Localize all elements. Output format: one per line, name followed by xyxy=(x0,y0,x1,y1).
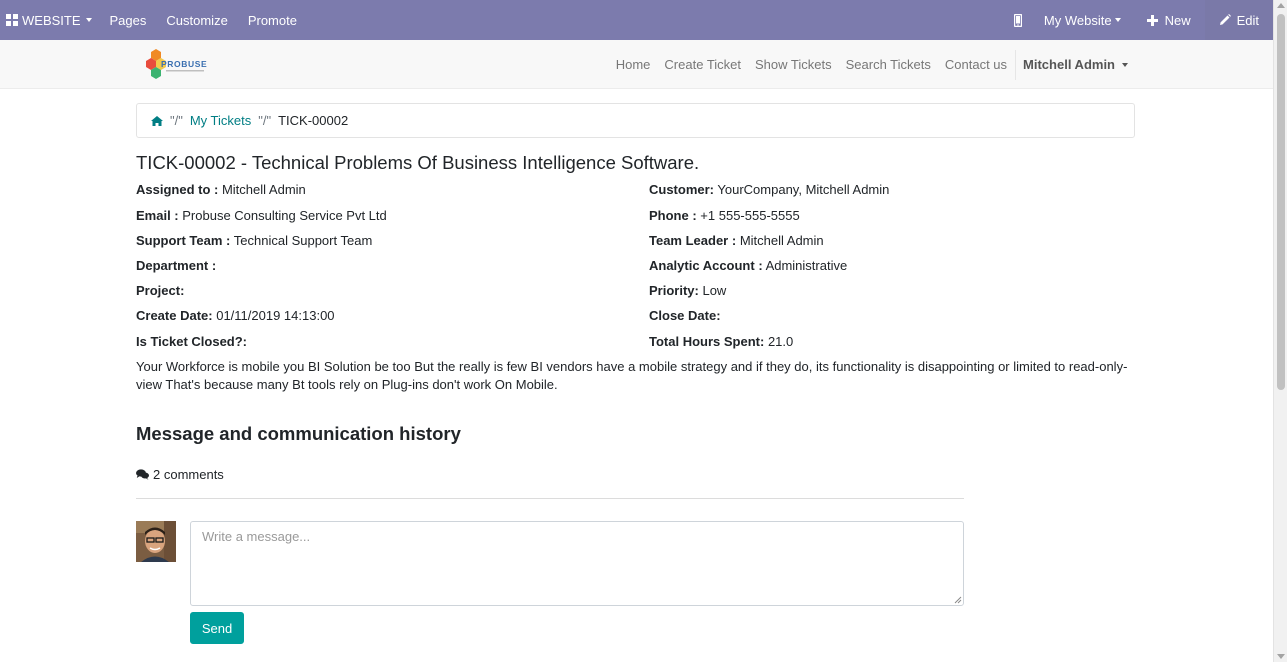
my-website-label: My Website xyxy=(1043,12,1112,28)
field-project: Project: xyxy=(136,283,184,298)
promote-menu[interactable]: Promote xyxy=(240,0,305,40)
field-value: Technical Support Team xyxy=(233,233,373,248)
field-label: Team Leader : xyxy=(649,233,737,248)
nav-home[interactable]: Home xyxy=(609,57,658,72)
field-assigned-to: Assigned to : Mitchell Admin xyxy=(136,182,306,197)
chevron-down-icon xyxy=(85,18,92,22)
website-menu[interactable]: WEBSITE xyxy=(0,0,100,40)
plus-icon xyxy=(1146,14,1158,26)
site-navbar: PROBUSE Home Create Ticket Show Tickets … xyxy=(0,40,1273,89)
field-team-leader: Team Leader : Mitchell Admin xyxy=(649,233,824,248)
field-total-hours-spent: Total Hours Spent: 21.0 xyxy=(649,334,793,349)
field-label: Analytic Account : xyxy=(649,258,763,273)
scroll-down-icon[interactable] xyxy=(1277,654,1285,659)
field-label: Project: xyxy=(136,283,185,298)
field-label: Priority: xyxy=(649,283,699,298)
message-input[interactable] xyxy=(190,521,964,606)
breadcrumb-current: TICK-00002 xyxy=(278,113,349,128)
page-scrollbar[interactable] xyxy=(1273,0,1287,662)
field-label: Department : xyxy=(136,258,217,273)
comments-count: 2 comments xyxy=(136,467,224,482)
scroll-up-icon[interactable] xyxy=(1277,3,1285,8)
user-menu[interactable]: Mitchell Admin xyxy=(1015,49,1135,80)
my-website-menu[interactable]: My Website xyxy=(1036,0,1135,40)
history-title: Message and communication history xyxy=(136,423,461,444)
breadcrumb-separator: "/" xyxy=(258,113,272,128)
avatar xyxy=(136,521,176,562)
comments-count-label: 2 comments xyxy=(153,467,224,482)
website-menu-label: WEBSITE xyxy=(22,12,81,28)
field-email: Email : Probuse Consulting Service Pvt L… xyxy=(136,208,387,223)
field-value: +1 555-555-5555 xyxy=(700,208,800,223)
pages-menu[interactable]: Pages xyxy=(102,0,155,40)
site-nav: Home Create Ticket Show Tickets Search T… xyxy=(609,40,1135,89)
new-label: New xyxy=(1164,12,1191,28)
edit-label: Edit xyxy=(1236,12,1259,28)
user-name: Mitchell Admin xyxy=(1023,57,1115,72)
logo-text: PROBUSE xyxy=(161,59,207,69)
field-value: Probuse Consulting Service Pvt Ltd xyxy=(182,208,387,223)
field-customer: Customer: YourCompany, Mitchell Admin xyxy=(649,182,889,197)
field-value: YourCompany, Mitchell Admin xyxy=(717,182,890,197)
apps-icon xyxy=(6,14,18,26)
divider xyxy=(136,498,964,499)
home-icon[interactable] xyxy=(151,115,163,126)
scrollbar-thumb[interactable] xyxy=(1277,14,1285,390)
ticket-title: TICK-00002 - Technical Problems Of Busin… xyxy=(136,152,700,173)
breadcrumb-separator: "/" xyxy=(170,113,183,128)
chevron-down-icon xyxy=(1122,62,1128,67)
field-value: 21.0 xyxy=(767,334,794,349)
user-avatar-icon xyxy=(136,521,176,562)
breadcrumb-my-tickets[interactable]: My Tickets xyxy=(190,113,251,128)
nav-show-tickets[interactable]: Show Tickets xyxy=(748,57,839,72)
field-label: Customer: xyxy=(649,182,715,197)
field-label: Is Ticket Closed?: xyxy=(136,334,248,349)
field-value: Mitchell Admin xyxy=(739,233,824,248)
field-close-date: Close Date: xyxy=(649,308,721,323)
field-value: Low xyxy=(702,283,727,298)
pencil-icon xyxy=(1219,14,1231,25)
field-value: Administrative xyxy=(765,258,848,273)
field-label: Email : xyxy=(136,208,179,223)
field-is-ticket-closed: Is Ticket Closed?: xyxy=(136,334,247,349)
field-label: Assigned to : xyxy=(136,182,219,197)
company-logo[interactable]: PROBUSE xyxy=(146,48,212,82)
breadcrumb: "/" My Tickets "/" TICK-00002 xyxy=(136,103,1135,138)
new-button[interactable]: New xyxy=(1135,0,1205,40)
customize-menu[interactable]: Customize xyxy=(158,0,235,40)
nav-contact-us[interactable]: Contact us xyxy=(938,57,1014,72)
comments-icon xyxy=(136,469,149,480)
field-label: Phone : xyxy=(649,208,697,223)
edit-button[interactable]: Edit xyxy=(1204,0,1273,40)
field-analytic-account: Analytic Account : Administrative xyxy=(649,258,847,273)
mobile-preview-button[interactable] xyxy=(1000,0,1036,40)
admin-topbar: WEBSITE Pages Customize Promote My Websi… xyxy=(0,0,1273,40)
field-label: Support Team : xyxy=(136,233,231,248)
probuse-logo-icon: PROBUSE xyxy=(146,49,207,79)
send-button[interactable]: Send xyxy=(190,612,244,644)
field-label: Close Date: xyxy=(649,308,721,323)
nav-create-ticket[interactable]: Create Ticket xyxy=(657,57,748,72)
field-create-date: Create Date: 01/11/2019 14:13:00 xyxy=(136,308,335,323)
ticket-description: Your Workforce is mobile you BI Solution… xyxy=(136,359,1128,392)
resize-handle-icon[interactable] xyxy=(954,596,962,604)
field-label: Total Hours Spent: xyxy=(649,334,765,349)
field-value: 01/11/2019 14:13:00 xyxy=(216,308,335,323)
field-label: Create Date: xyxy=(136,308,213,323)
field-support-team: Support Team : Technical Support Team xyxy=(136,233,372,248)
chevron-down-icon xyxy=(1114,18,1121,22)
field-department: Department : xyxy=(136,258,216,273)
nav-search-tickets[interactable]: Search Tickets xyxy=(839,57,938,72)
field-priority: Priority: Low xyxy=(649,283,726,298)
field-value: Mitchell Admin xyxy=(221,182,306,197)
mobile-icon xyxy=(1013,13,1022,27)
field-phone: Phone : +1 555-555-5555 xyxy=(649,208,800,223)
